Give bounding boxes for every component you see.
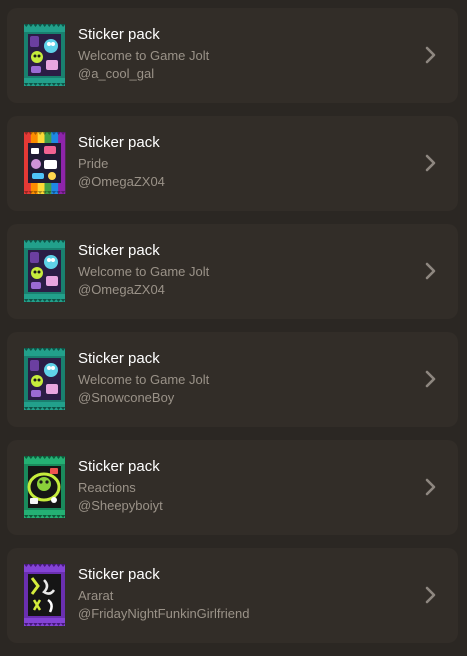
sticker-pack-welcome-icon (22, 22, 67, 88)
chevron-right-icon[interactable] (424, 368, 438, 390)
sticker-pack-info: Sticker pack Ararat @FridayNightFunkinGi… (78, 566, 398, 623)
sticker-pack-author: @OmegaZX04 (78, 282, 165, 297)
sticker-pack-ararat-icon (22, 562, 67, 628)
sticker-pack-name: Welcome to Game Jolt (78, 372, 210, 387)
sticker-pack-card[interactable]: Sticker pack Welcome to Game Jolt @Snowc… (7, 332, 458, 427)
sticker-pack-info: Sticker pack Welcome to Game Jolt @a_coo… (78, 26, 398, 83)
sticker-pack-title: Sticker pack (78, 566, 160, 583)
sticker-pack-card[interactable]: Sticker pack Welcome to Game Jolt @a_coo… (7, 8, 458, 103)
sticker-pack-author: @a_cool_gal (78, 66, 155, 81)
sticker-pack-name: Welcome to Game Jolt (78, 48, 210, 63)
sticker-pack-info: Sticker pack Welcome to Game Jolt @Snowc… (78, 350, 398, 407)
sticker-pack-info: Sticker pack Reactions @Sheepyboiyt (78, 458, 398, 515)
sticker-pack-author: @SnowconeBoy (78, 390, 175, 405)
sticker-pack-name: Pride (78, 156, 109, 171)
sticker-pack-title: Sticker pack (78, 134, 160, 151)
sticker-pack-title: Sticker pack (78, 458, 160, 475)
sticker-pack-title: Sticker pack (78, 26, 160, 43)
sticker-pack-card[interactable]: Sticker pack Reactions @Sheepyboiyt (7, 440, 458, 535)
sticker-pack-title: Sticker pack (78, 350, 160, 367)
sticker-pack-name: Reactions (78, 480, 136, 495)
chevron-right-icon[interactable] (424, 584, 438, 606)
sticker-pack-name: Welcome to Game Jolt (78, 264, 210, 279)
chevron-right-icon[interactable] (424, 152, 438, 174)
sticker-pack-info: Sticker pack Welcome to Game Jolt @Omega… (78, 242, 398, 299)
sticker-pack-card[interactable]: Sticker pack Ararat @FridayNightFunkinGi… (7, 548, 458, 643)
sticker-pack-name: Ararat (78, 588, 114, 603)
sticker-pack-author: @FridayNightFunkinGirlfriend (78, 606, 250, 621)
sticker-pack-title: Sticker pack (78, 242, 160, 259)
sticker-pack-info: Sticker pack Pride @OmegaZX04 (78, 134, 398, 191)
sticker-pack-card[interactable]: Sticker pack Pride @OmegaZX04 (7, 116, 458, 211)
sticker-pack-reactions-icon (22, 454, 67, 520)
sticker-pack-welcome-icon (22, 238, 67, 304)
chevron-right-icon[interactable] (424, 476, 438, 498)
sticker-pack-author: @OmegaZX04 (78, 174, 165, 189)
chevron-right-icon[interactable] (424, 44, 438, 66)
chevron-right-icon[interactable] (424, 260, 438, 282)
sticker-pack-pride-icon (22, 130, 67, 196)
sticker-pack-list: Sticker pack Welcome to Game Jolt @a_coo… (7, 8, 458, 656)
sticker-pack-card[interactable]: Sticker pack Welcome to Game Jolt @Omega… (7, 224, 458, 319)
sticker-pack-welcome-icon (22, 346, 67, 412)
sticker-pack-author: @Sheepyboiyt (78, 498, 163, 513)
